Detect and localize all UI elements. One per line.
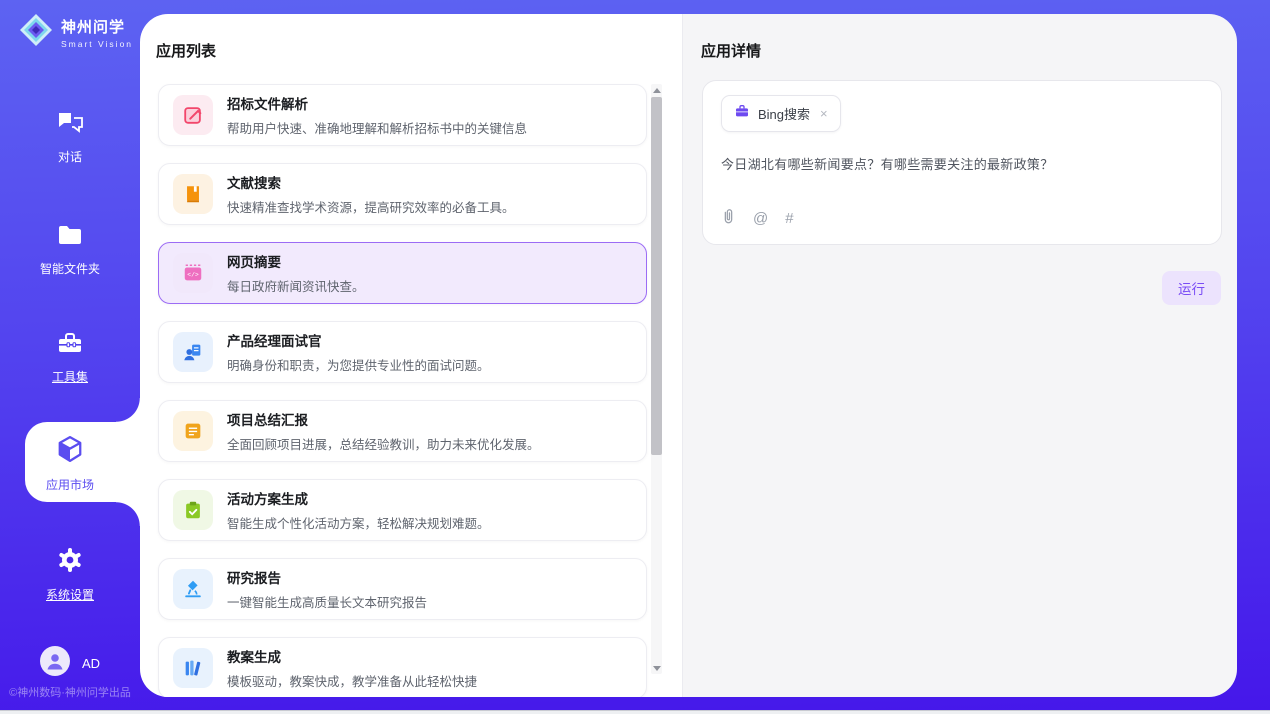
svg-text:</>: </> bbox=[187, 272, 199, 279]
toolbox-icon bbox=[56, 330, 84, 361]
sidebar-item-label: 对话 bbox=[58, 148, 82, 165]
app-description: 智能生成个性化活动方案，轻松解决规划难题。 bbox=[227, 513, 490, 532]
project-summary-icon bbox=[173, 411, 213, 451]
sidebar-item-toolset[interactable]: 工具集 bbox=[0, 330, 140, 385]
app-card-list: 招标文件解析 帮助用户快速、准确地理解和解析招标书中的关键信息 文献搜索 bbox=[158, 84, 647, 697]
app-card-research-report[interactable]: 研究报告 一键智能生成高质量长文本研究报告 bbox=[158, 558, 647, 620]
app-window: 神州问学 Smart Vision 对话 智能文件夹 bbox=[0, 0, 1270, 710]
copyright-text: ©神州数码·神州问学出品 bbox=[0, 684, 140, 700]
run-button[interactable]: 运行 bbox=[1162, 271, 1221, 305]
app-name: 招标文件解析 bbox=[227, 93, 527, 113]
topic-icon[interactable]: # bbox=[785, 210, 793, 227]
research-report-icon bbox=[173, 569, 213, 609]
app-card-lesson-plan[interactable]: 教案生成 模板驱动，教案快成，教学准备从此轻松快捷 bbox=[158, 637, 647, 697]
prompt-card: Bing搜索 × 今日湖北有哪些新闻要点？有哪些需要关注的最新政策？ @ # bbox=[702, 80, 1222, 245]
app-name: 产品经理面试官 bbox=[227, 330, 490, 350]
chat-icon bbox=[56, 110, 84, 141]
user-account[interactable]: AD bbox=[0, 646, 140, 681]
sidebar-item-label: 系统设置 bbox=[46, 586, 94, 603]
sidebar-item-label: 工具集 bbox=[52, 368, 88, 385]
tool-tag-label: Bing搜索 bbox=[758, 104, 810, 123]
user-name: AD bbox=[82, 656, 100, 671]
app-card-event-plan[interactable]: 活动方案生成 智能生成个性化活动方案，轻松解决规划难题。 bbox=[158, 479, 647, 541]
sidebar-item-settings[interactable]: 系统设置 bbox=[0, 546, 140, 603]
app-description: 一键智能生成高质量长文本研究报告 bbox=[227, 592, 427, 611]
tag-close-icon[interactable]: × bbox=[820, 106, 828, 121]
window-bottom-edge bbox=[0, 710, 1270, 714]
user-avatar-icon bbox=[40, 646, 70, 681]
sidebar-item-label: 应用市场 bbox=[46, 476, 94, 493]
app-card-pm-interviewer[interactable]: 产品经理面试官 明确身份和职责，为您提供专业性的面试问题。 bbox=[158, 321, 647, 383]
main-content: 应用列表 招标文件解析 帮助用户快速、准确地理解和解析招标书中的关键信息 bbox=[140, 14, 1237, 697]
event-plan-icon bbox=[173, 490, 213, 530]
triangle-up-icon bbox=[653, 88, 661, 93]
literature-search-icon bbox=[173, 174, 213, 214]
app-name: 教案生成 bbox=[227, 646, 477, 666]
brand-name: 神州问学 bbox=[61, 16, 133, 37]
app-name: 文献搜索 bbox=[227, 172, 515, 192]
pm-interviewer-icon bbox=[173, 332, 213, 372]
sidebar-item-label: 智能文件夹 bbox=[40, 260, 100, 277]
app-detail-panel: 应用详情 Bing搜索 × 今日湖北有哪些新闻要点？有哪些需要关注的最新政策？ bbox=[683, 14, 1237, 697]
triangle-down-icon bbox=[653, 666, 661, 671]
app-card-bid-parse[interactable]: 招标文件解析 帮助用户快速、准确地理解和解析招标书中的关键信息 bbox=[158, 84, 647, 146]
query-text[interactable]: 今日湖北有哪些新闻要点？有哪些需要关注的最新政策？ bbox=[721, 154, 1203, 173]
app-name: 研究报告 bbox=[227, 567, 427, 587]
lesson-plan-icon bbox=[173, 648, 213, 688]
app-name: 活动方案生成 bbox=[227, 488, 490, 508]
app-description: 快速精准查找学术资源，提高研究效率的必备工具。 bbox=[227, 197, 515, 216]
bid-document-icon bbox=[173, 95, 213, 135]
sidebar-item-smart-folder[interactable]: 智能文件夹 bbox=[0, 222, 140, 277]
brand-diamond-icon bbox=[18, 12, 54, 53]
brand-subtitle: Smart Vision bbox=[61, 39, 133, 49]
app-name: 项目总结汇报 bbox=[227, 409, 540, 429]
gear-icon bbox=[56, 546, 84, 579]
app-description: 模板驱动，教案快成，教学准备从此轻松快捷 bbox=[227, 671, 477, 690]
folder-icon bbox=[56, 222, 84, 253]
tool-tag-bing-search[interactable]: Bing搜索 × bbox=[721, 95, 841, 132]
cube-icon bbox=[55, 434, 85, 469]
sidebar-item-app-market[interactable]: 应用市场 bbox=[0, 434, 140, 493]
app-card-web-summary[interactable]: </> 网页摘要 每日政府新闻资讯快查。 bbox=[158, 242, 647, 304]
app-description: 明确身份和职责，为您提供专业性的面试问题。 bbox=[227, 355, 490, 374]
sidebar-item-chat[interactable]: 对话 bbox=[0, 110, 140, 165]
paperclip-icon[interactable] bbox=[721, 207, 736, 230]
scrollbar-thumb[interactable] bbox=[651, 97, 662, 455]
app-description: 每日政府新闻资讯快查。 bbox=[227, 276, 365, 295]
web-summary-icon: </> bbox=[173, 253, 213, 293]
scrollbar-down-button[interactable] bbox=[651, 662, 662, 674]
app-card-literature-search[interactable]: 文献搜索 快速精准查找学术资源，提高研究效率的必备工具。 bbox=[158, 163, 647, 225]
app-list-panel: 应用列表 招标文件解析 帮助用户快速、准确地理解和解析招标书中的关键信息 bbox=[140, 14, 683, 697]
briefcase-icon bbox=[734, 103, 750, 124]
sidebar: 神州问学 Smart Vision 对话 智能文件夹 bbox=[0, 0, 140, 710]
app-list-title: 应用列表 bbox=[156, 40, 216, 61]
composer-toolbar: @ # bbox=[721, 207, 794, 230]
app-description: 帮助用户快速、准确地理解和解析招标书中的关键信息 bbox=[227, 118, 527, 137]
app-description: 全面回顾项目进展，总结经验教训，助力未来优化发展。 bbox=[227, 434, 540, 453]
app-detail-title: 应用详情 bbox=[701, 40, 761, 61]
app-list-scrollbar[interactable] bbox=[651, 84, 662, 674]
brand-logo: 神州问学 Smart Vision bbox=[18, 12, 133, 53]
app-card-project-summary[interactable]: 项目总结汇报 全面回顾项目进展，总结经验教训，助力未来优化发展。 bbox=[158, 400, 647, 462]
scrollbar-up-button[interactable] bbox=[651, 84, 662, 96]
mention-icon[interactable]: @ bbox=[753, 210, 768, 227]
app-name: 网页摘要 bbox=[227, 251, 365, 271]
